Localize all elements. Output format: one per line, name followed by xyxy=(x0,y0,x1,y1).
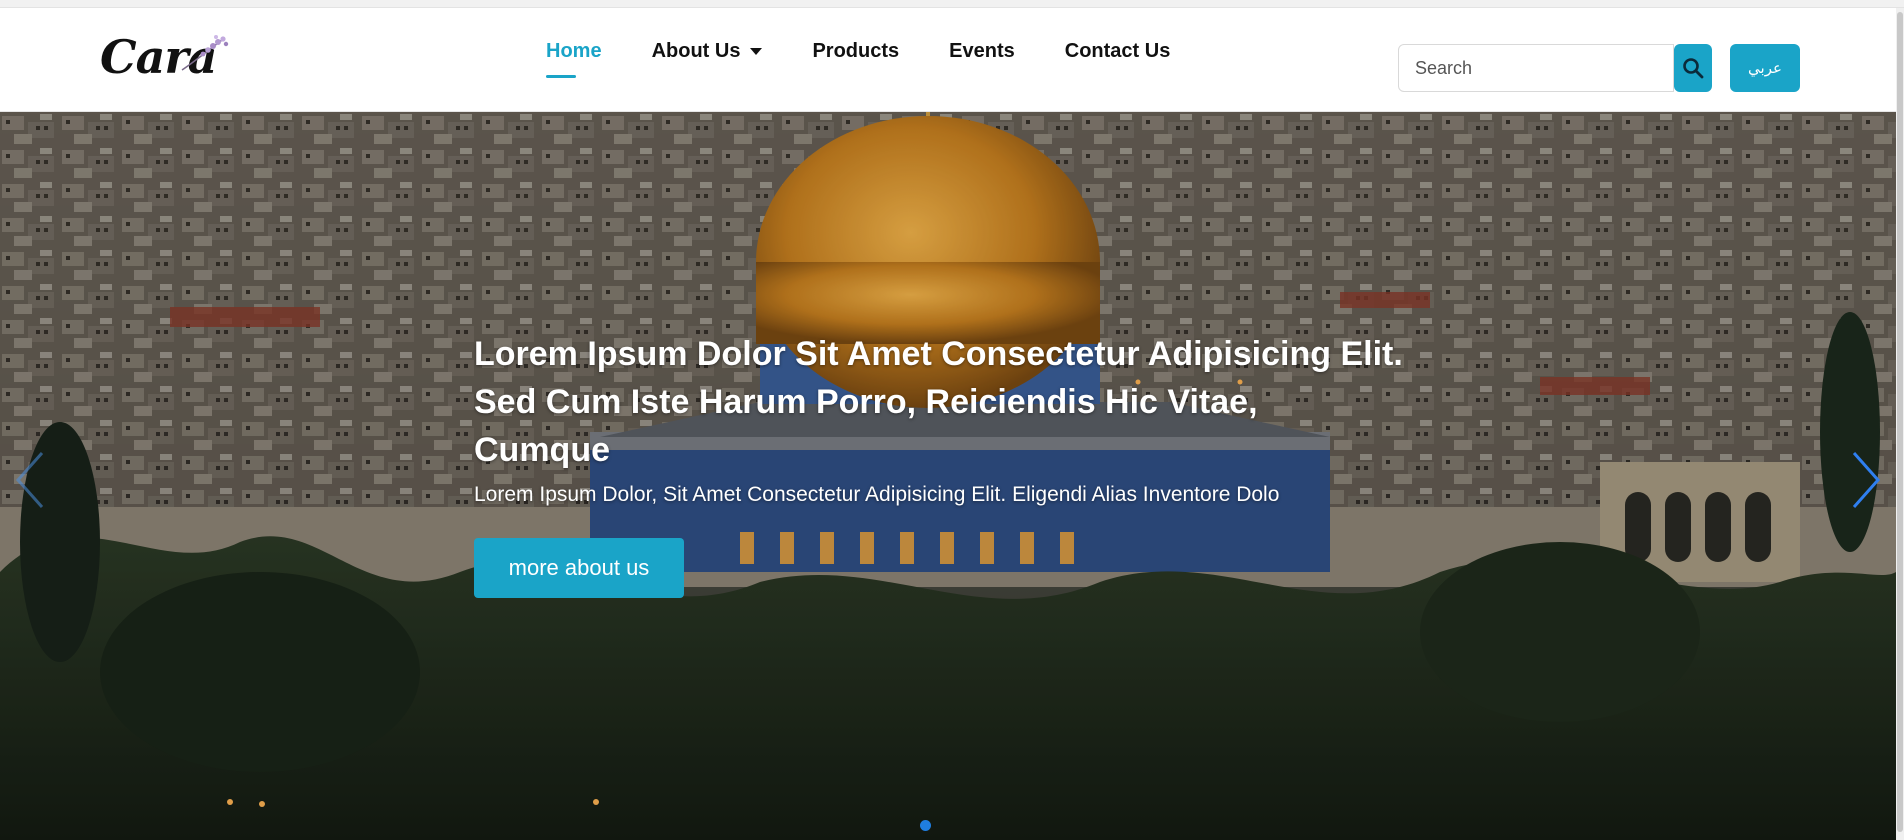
hero-title-line: Cumque xyxy=(474,431,610,469)
nav-item-events[interactable]: Events xyxy=(949,36,1015,78)
hero-subtitle: Lorem Ipsum Dolor, Sit Amet Consectetur … xyxy=(474,483,1280,506)
lavender-sprig-icon xyxy=(181,35,229,71)
chevron-left-icon xyxy=(15,452,44,508)
scrollbar-thumb[interactable] xyxy=(1897,12,1903,832)
hero-title-line: Sed Cum Iste Harum Porro, Reiciendis Hic… xyxy=(474,383,1258,421)
nav-item-label: Products xyxy=(812,40,900,62)
search-form xyxy=(1398,44,1712,92)
carousel-indicators xyxy=(920,820,931,831)
search-icon xyxy=(1683,58,1704,79)
nav-item-contact-us[interactable]: Contact Us xyxy=(1065,36,1171,78)
search-input[interactable] xyxy=(1398,44,1674,92)
caret-down-icon xyxy=(750,48,763,55)
main-nav: Home About Us Products Events Contact Us xyxy=(546,36,1170,86)
nav-item-about-us[interactable]: About Us xyxy=(652,36,763,78)
nav-item-label: Events xyxy=(949,40,1015,62)
language-toggle-button[interactable]: عربي xyxy=(1730,44,1800,92)
nav-item-products[interactable]: Products xyxy=(812,36,899,78)
more-about-us-button[interactable]: more about us xyxy=(474,538,684,598)
search-button[interactable] xyxy=(1674,44,1712,92)
nav-item-label: Home xyxy=(546,40,602,62)
carousel-indicator-dot[interactable] xyxy=(920,820,931,831)
browser-top-strip xyxy=(0,0,1904,8)
carousel-prev-button[interactable] xyxy=(10,447,50,513)
hero-title-line: Lorem Ipsum Dolor Sit Amet Consectetur A… xyxy=(474,335,1403,373)
hero-caption: Lorem Ipsum Dolor Sit Amet Consectetur A… xyxy=(474,330,1474,598)
carousel-next-button[interactable] xyxy=(1846,447,1886,513)
site-header: Cara Home About Us Products Events Conta… xyxy=(0,8,1904,112)
nav-item-label: Contact Us xyxy=(1064,40,1171,62)
active-nav-underline xyxy=(546,75,576,78)
nav-item-home[interactable]: Home xyxy=(546,36,602,78)
chevron-right-icon xyxy=(1852,452,1881,508)
hero-title: Lorem Ipsum Dolor Sit Amet Consectetur A… xyxy=(474,330,1474,474)
nav-item-label: About Us xyxy=(651,40,741,62)
hero-carousel: Lorem Ipsum Dolor Sit Amet Consectetur A… xyxy=(0,112,1896,840)
brand-logo[interactable]: Cara xyxy=(100,30,230,90)
